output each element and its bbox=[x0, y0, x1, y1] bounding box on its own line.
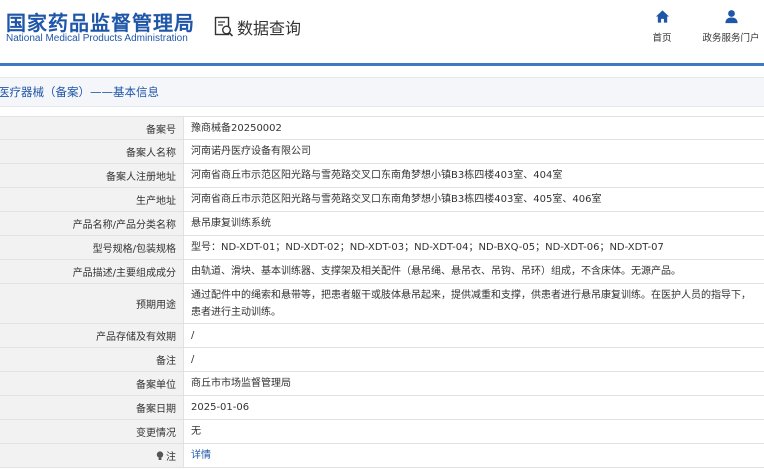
row-label: 变更情况 bbox=[0, 420, 184, 443]
row-label: 型号规格/包装规格 bbox=[0, 236, 184, 259]
row-label: 备案日期 bbox=[0, 396, 184, 419]
nav-home-label: 首页 bbox=[652, 33, 672, 44]
table-row: 备案人注册地址 河南省商丘市示范区阳光路与雪苑路交叉口东南角梦想小镇B3栋四楼4… bbox=[0, 164, 764, 188]
table-row: 生产地址 河南省商丘市示范区阳光路与雪苑路交叉口东南角梦想小镇B3栋四楼403室… bbox=[0, 188, 764, 212]
data-query-label: 数据查询 bbox=[237, 19, 302, 38]
row-label: 生产地址 bbox=[0, 188, 184, 211]
row-value: 河南省商丘市示范区阳光路与雪苑路交叉口东南角梦想小镇B3栋四楼403室、405室… bbox=[191, 194, 602, 205]
logo-subtitle: National Medical Products Administration bbox=[6, 33, 188, 44]
row-label: 备案单位 bbox=[0, 372, 184, 395]
data-query-title: 数据查询 bbox=[214, 14, 301, 40]
logo-title[interactable]: 国家药品监督管理局 bbox=[6, 7, 195, 36]
row-value: / bbox=[191, 330, 195, 341]
nav-home[interactable]: 首页 bbox=[649, 9, 675, 44]
site-header: 国家药品监督管理局 National Medical Products Admi… bbox=[0, 0, 764, 62]
row-value: 河南省商丘市示范区阳光路与雪苑路交叉口东南角梦想小镇B3栋四楼403室、404室 bbox=[191, 170, 563, 181]
table-row: 备案日期 2025-01-06 bbox=[0, 396, 764, 420]
row-value: 型号：ND-XDT-01；ND-XDT-02；ND-XDT-03；ND-XDT-… bbox=[191, 242, 664, 253]
table-row: 注 详情 bbox=[0, 444, 764, 468]
table-row: 备案单位 商丘市市场监督管理局 bbox=[0, 372, 764, 396]
row-label: 备案号 bbox=[0, 117, 184, 139]
row-label: 备案人名称 bbox=[0, 140, 184, 163]
table-row: 备案号 豫商械备20250002 bbox=[0, 116, 764, 140]
nav-portal-label: 政务服务门户 bbox=[702, 33, 760, 44]
row-label-text: 注 bbox=[166, 452, 176, 463]
section-header: 医疗器械（备案）——基本信息 bbox=[0, 77, 764, 107]
table-row: 产品名称/产品分类名称 悬吊康复训练系统 bbox=[0, 212, 764, 236]
row-label: 产品描述/主要组成成分 bbox=[0, 260, 184, 283]
user-icon bbox=[724, 10, 738, 24]
row-value: 无 bbox=[191, 426, 201, 437]
row-value: 由轨道、滑块、基本训练器、支撑架及相关配件（悬吊绳、悬吊衣、吊钩、吊环）组成，不… bbox=[191, 266, 681, 277]
row-value: 悬吊康复训练系统 bbox=[191, 218, 271, 229]
nav-service-portal[interactable]: 政务服务门户 bbox=[700, 9, 762, 44]
row-value: 商丘市市场监督管理局 bbox=[191, 378, 291, 389]
lightbulb-icon bbox=[156, 450, 164, 460]
table-row: 产品存储及有效期 / bbox=[0, 324, 764, 348]
row-label: 备案人注册地址 bbox=[0, 164, 184, 187]
info-table: 备案号 豫商械备20250002 备案人名称 河南诺丹医疗设备有限公司 备案人注… bbox=[0, 116, 764, 468]
table-row: 产品描述/主要组成成分 由轨道、滑块、基本训练器、支撑架及相关配件（悬吊绳、悬吊… bbox=[0, 260, 764, 284]
row-value: 河南诺丹医疗设备有限公司 bbox=[191, 146, 311, 157]
row-label: 注 bbox=[0, 444, 184, 467]
table-row: 变更情况 无 bbox=[0, 420, 764, 444]
row-value: 豫商械备20250002 bbox=[191, 122, 282, 134]
table-row: 备案人名称 河南诺丹医疗设备有限公司 bbox=[0, 140, 764, 164]
header-divider bbox=[0, 63, 764, 66]
section-title: 医疗器械（备案）——基本信息 bbox=[0, 85, 159, 99]
table-row: 型号规格/包装规格 型号：ND-XDT-01；ND-XDT-02；ND-XDT-… bbox=[0, 236, 764, 260]
home-icon bbox=[655, 10, 669, 23]
table-row: 备注 / bbox=[0, 348, 764, 372]
row-value: 2025-01-06 bbox=[191, 402, 250, 413]
document-search-icon bbox=[214, 16, 234, 37]
row-label: 预期用途 bbox=[0, 284, 184, 323]
row-value: / bbox=[191, 354, 195, 365]
row-value: 通过配件中的绳索和悬带等，把患者躯干或肢体悬吊起来，提供减重和支撑，供患者进行悬… bbox=[191, 289, 751, 318]
row-label: 产品存储及有效期 bbox=[0, 324, 184, 347]
row-label: 产品名称/产品分类名称 bbox=[0, 212, 184, 235]
table-row: 预期用途 通过配件中的绳索和悬带等，把患者躯干或肢体悬吊起来，提供减重和支撑，供… bbox=[0, 284, 764, 324]
row-label: 备注 bbox=[0, 348, 184, 371]
details-link[interactable]: 详情 bbox=[184, 444, 764, 467]
